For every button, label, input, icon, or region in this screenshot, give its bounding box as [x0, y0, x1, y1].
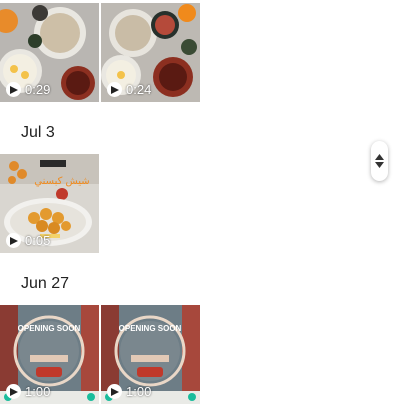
- video-thumbnail[interactable]: 0:29: [0, 3, 99, 102]
- video-duration-badge: 0:29: [6, 82, 50, 97]
- promo-caption: OPENING SOON: [119, 324, 182, 333]
- play-icon: [6, 384, 21, 399]
- date-header: Jul 3: [21, 124, 55, 141]
- duration-label: 1:00: [25, 384, 51, 399]
- video-thumbnail[interactable]: OPENING SOON 1:00: [0, 305, 99, 404]
- scroll-down-icon: [375, 162, 384, 168]
- dish-caption: شيش كبسني: [34, 176, 89, 187]
- duration-label: 1:00: [126, 384, 152, 399]
- video-duration-badge: 0:24: [107, 82, 151, 97]
- video-duration-badge: 1:00: [107, 384, 151, 399]
- video-thumbnail[interactable]: شيش كبسني 0:05: [0, 154, 99, 253]
- duration-label: 0:05: [25, 233, 51, 248]
- promo-caption: OPENING SOON: [18, 324, 81, 333]
- video-duration-badge: 1:00: [6, 384, 50, 399]
- video-thumbnail[interactable]: OPENING SOON 1:00: [101, 305, 200, 404]
- video-thumbnail[interactable]: 0:24: [101, 3, 200, 102]
- duration-label: 0:29: [25, 82, 51, 97]
- play-icon: [6, 82, 21, 97]
- video-duration-badge: 0:05: [6, 233, 50, 248]
- duration-label: 0:24: [126, 82, 152, 97]
- play-icon: [107, 82, 122, 97]
- date-header: Jun 27: [21, 275, 70, 292]
- fast-scroll-handle[interactable]: [371, 141, 388, 181]
- play-icon: [6, 233, 21, 248]
- scroll-up-icon: [375, 154, 384, 160]
- play-icon: [107, 384, 122, 399]
